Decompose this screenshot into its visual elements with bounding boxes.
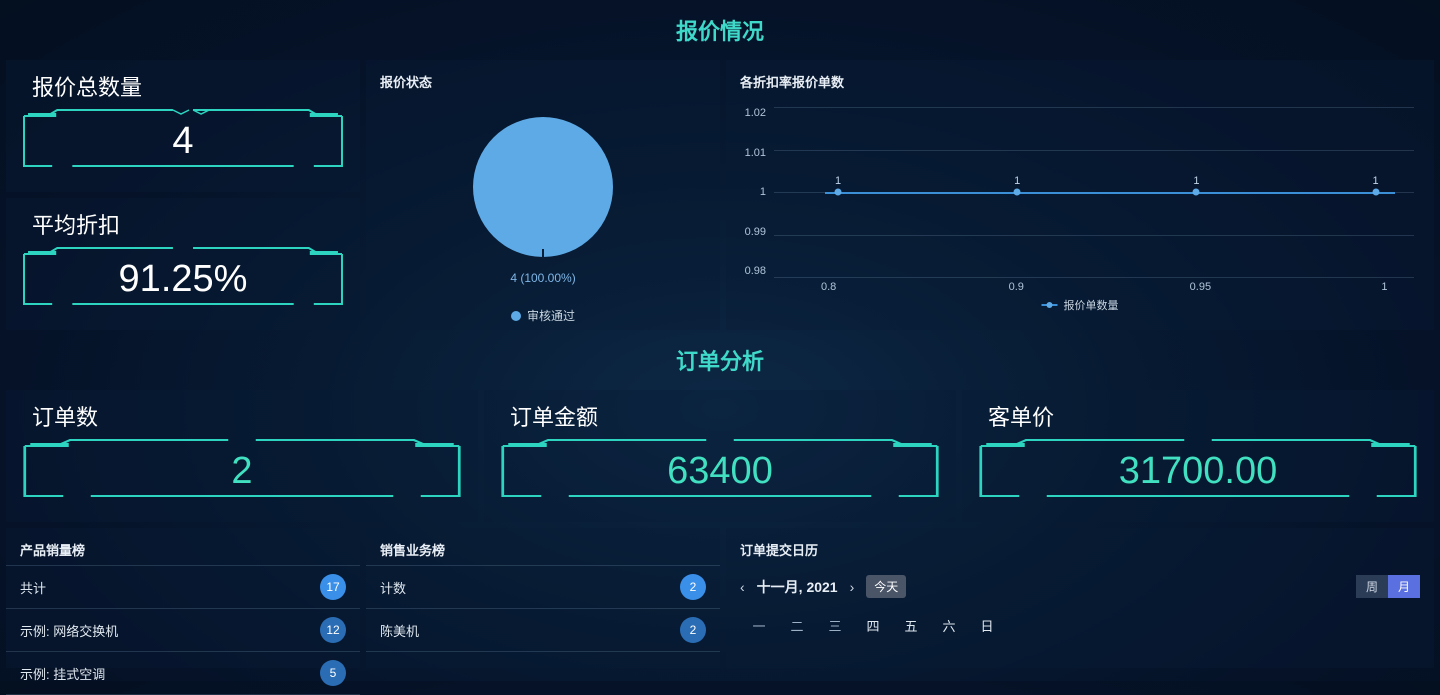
rank-badge: 17	[320, 574, 346, 600]
list-item[interactable]: 示例: 网络交换机 12	[6, 609, 360, 652]
pie-legend-text: 审核通过	[527, 307, 575, 324]
calendar-day-header: 三	[816, 616, 854, 635]
quote-status-title: 报价状态	[366, 60, 720, 97]
product-rank-title: 产品销量榜	[6, 528, 360, 565]
list-item[interactable]: 共计 17	[6, 565, 360, 609]
list-item[interactable]: 陈美机 2	[366, 609, 720, 652]
panel-order-count: 订单数 2	[6, 390, 478, 522]
y-tick: 0.98	[736, 265, 766, 277]
legend-line-icon	[1042, 304, 1058, 306]
rank-label: 计数	[380, 578, 406, 597]
calendar-title: 订单提交日历	[726, 528, 1434, 565]
pie-chart	[473, 117, 613, 257]
list-item[interactable]: 示例: 挂式空调 5	[6, 652, 360, 695]
rank-label: 共计	[20, 578, 46, 597]
pie-legend: 审核通过	[511, 307, 575, 324]
calendar-prev-icon[interactable]: ‹	[740, 579, 745, 595]
panel-calendar: 订单提交日历 ‹ 十一月, 2021 › 今天 周 月 一二三四五六日	[726, 528, 1434, 668]
calendar-view-toggle: 周 月	[1356, 575, 1420, 598]
avg-discount-frame: 91.25%	[22, 246, 344, 312]
calendar-day-header: 一	[740, 616, 778, 635]
calendar-day-header: 五	[892, 616, 930, 635]
unit-price-value: 31700.00	[1119, 450, 1278, 493]
legend-dot-icon	[511, 311, 521, 321]
y-tick: 1.01	[736, 147, 766, 159]
total-quotes-value: 4	[172, 120, 193, 163]
panel-unit-price: 客单价 31700.00	[962, 390, 1434, 522]
y-tick: 1.02	[736, 107, 766, 119]
panel-discount-line: 各折扣率报价单数 1.02 1.01 1 0.99 0.98 1 1 1 1	[726, 60, 1434, 330]
panel-sales-rank: 销售业务榜 计数 2 陈美机 2	[366, 528, 720, 668]
order-count-label: 订单数	[32, 400, 462, 432]
y-tick: 0.99	[736, 226, 766, 238]
rank-label: 示例: 网络交换机	[20, 621, 118, 640]
calendar-month: 十一月, 2021	[757, 577, 838, 597]
panel-product-rank: 产品销量榜 共计17示例: 网络交换机12示例: 挂式空调5	[6, 528, 360, 668]
rank-badge: 5	[320, 660, 346, 686]
section-title-quotes: 报价情况	[0, 0, 1440, 60]
calendar-day-header: 六	[930, 616, 968, 635]
calendar-next-icon[interactable]: ›	[850, 579, 855, 595]
calendar-day-header: 四	[854, 616, 892, 635]
line-legend: 报价单数量	[1042, 297, 1119, 313]
calendar-day-header: 日	[968, 616, 1006, 635]
line-chart: 1.02 1.01 1 0.99 0.98 1 1 1 1 0.8 0.9 0.…	[726, 97, 1434, 317]
panel-quote-status: 报价状态 4 (100.00%) 审核通过	[366, 60, 720, 330]
total-quotes-frame: 4	[22, 108, 344, 174]
rank-label: 陈美机	[380, 621, 419, 640]
unit-price-label: 客单价	[988, 400, 1418, 432]
order-amount-label: 订单金额	[510, 400, 940, 432]
section-title-orders: 订单分析	[0, 330, 1440, 390]
rank-label: 示例: 挂式空调	[20, 664, 105, 683]
y-tick: 1	[736, 186, 766, 198]
rank-badge: 2	[680, 574, 706, 600]
avg-discount-label: 平均折扣	[32, 208, 344, 240]
pie-label: 4 (100.00%)	[510, 271, 575, 285]
panel-avg-discount: 平均折扣 91.25%	[6, 198, 360, 330]
calendar-month-button[interactable]: 月	[1388, 575, 1420, 598]
list-item[interactable]: 计数 2	[366, 565, 720, 609]
calendar-today-button[interactable]: 今天	[866, 575, 906, 598]
avg-discount-value: 91.25%	[119, 258, 248, 301]
discount-line-title: 各折扣率报价单数	[726, 60, 1434, 97]
panel-order-amount: 订单金额 63400	[484, 390, 956, 522]
rank-badge: 12	[320, 617, 346, 643]
order-count-value: 2	[231, 450, 252, 493]
sales-rank-title: 销售业务榜	[366, 528, 720, 565]
total-quotes-label: 报价总数量	[32, 70, 344, 102]
line-legend-text: 报价单数量	[1064, 297, 1119, 313]
order-amount-value: 63400	[667, 450, 773, 493]
rank-badge: 2	[680, 617, 706, 643]
calendar-day-header: 二	[778, 616, 816, 635]
panel-total-quotes: 报价总数量 4	[6, 60, 360, 192]
calendar-week-button[interactable]: 周	[1356, 575, 1388, 598]
